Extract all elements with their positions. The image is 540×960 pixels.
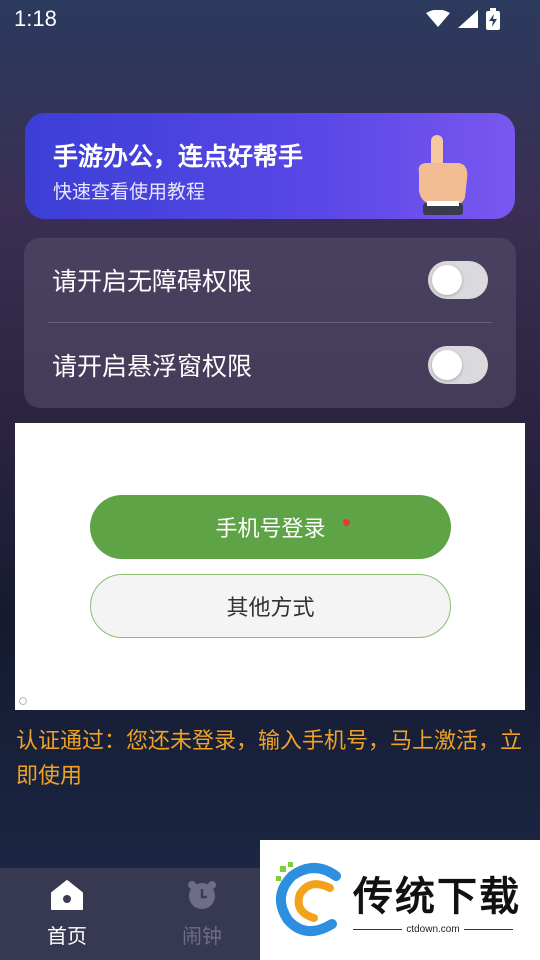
notification-dot bbox=[343, 519, 350, 526]
permission-label: 请开启无障碍权限 bbox=[52, 267, 253, 296]
status-icons bbox=[426, 8, 500, 30]
other-login-label: 其他方式 bbox=[226, 596, 315, 621]
wifi-icon bbox=[426, 10, 450, 27]
corner-mark-icon bbox=[19, 697, 27, 705]
watermark-brand: 传统下载 bbox=[353, 874, 521, 920]
watermark-logo: 传统下载 ctdown.com bbox=[260, 840, 540, 960]
toggle-knob bbox=[432, 265, 462, 295]
nav-item-home[interactable]: 首页 bbox=[27, 880, 107, 949]
banner-title: 手游办公，连点好帮手 bbox=[53, 142, 304, 171]
alarm-clock-icon bbox=[188, 881, 216, 909]
banner-subtitle: 快速查看使用教程 bbox=[53, 181, 206, 203]
phone-login-label: 手机号登录 bbox=[215, 517, 326, 542]
other-login-button[interactable]: 其他方式 bbox=[90, 574, 451, 638]
overlay-toggle[interactable] bbox=[428, 346, 488, 384]
pointing-hand-icon bbox=[418, 135, 468, 215]
divider bbox=[353, 929, 403, 930]
nav-label-alarm: 闹钟 bbox=[182, 924, 222, 948]
watermark-url-row: ctdown.com bbox=[353, 924, 514, 935]
accessibility-toggle[interactable] bbox=[428, 261, 488, 299]
login-panel: 手机号登录 其他方式 bbox=[15, 423, 525, 710]
battery-charging-icon bbox=[486, 8, 500, 30]
ctdown-logo-icon bbox=[276, 862, 341, 936]
tutorial-banner[interactable]: 手游办公，连点好帮手 快速查看使用教程 bbox=[25, 113, 515, 219]
divider bbox=[463, 929, 514, 930]
permissions-card: 请开启无障碍权限 请开启悬浮窗权限 bbox=[24, 238, 516, 408]
auth-status-message: 认证通过：您还未登录，输入手机号，马上激活，立即使用 bbox=[16, 729, 523, 789]
toggle-knob bbox=[432, 350, 462, 380]
status-bar: 1:18 bbox=[0, 0, 540, 36]
phone-login-button[interactable]: 手机号登录 bbox=[90, 495, 451, 559]
permission-label: 请开启悬浮窗权限 bbox=[52, 352, 253, 381]
watermark-url: ctdown.com bbox=[406, 924, 460, 935]
nav-label-home: 首页 bbox=[47, 924, 87, 948]
permission-row-overlay: 请开启悬浮窗权限 bbox=[24, 323, 516, 408]
nav-item-alarm[interactable]: 闹钟 bbox=[162, 880, 242, 949]
home-icon bbox=[51, 880, 83, 910]
status-time: 1:18 bbox=[14, 6, 57, 31]
permission-row-accessibility: 请开启无障碍权限 bbox=[24, 238, 516, 323]
signal-icon bbox=[458, 10, 478, 28]
